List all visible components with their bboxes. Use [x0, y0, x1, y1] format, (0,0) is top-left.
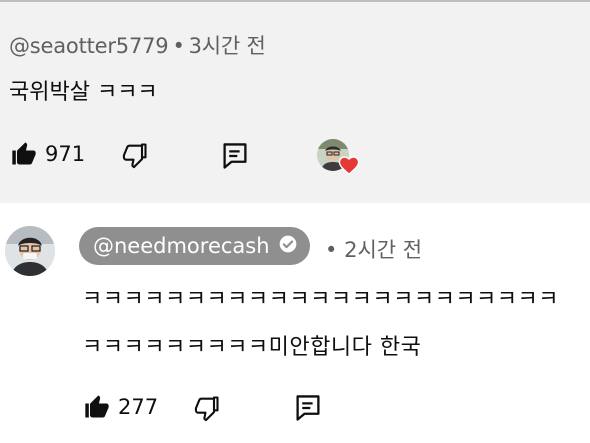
reply-reply-button[interactable] — [294, 393, 322, 423]
reply-author-handle: @needmorecash — [93, 234, 270, 258]
like-button[interactable]: 971 — [9, 140, 85, 168]
verified-check-icon — [278, 234, 298, 259]
reply-comment-icon — [294, 393, 322, 423]
reply-comment-icon — [221, 141, 249, 171]
reply-dislike-button[interactable] — [192, 394, 222, 422]
reply-author-handle-badge[interactable]: @needmorecash — [79, 227, 310, 265]
thumbs-down-icon — [120, 141, 150, 169]
thumbs-down-icon — [192, 394, 222, 422]
meta-separator: • — [172, 34, 185, 58]
comment-author-handle[interactable]: @seaotter5779 — [9, 34, 169, 58]
comment-text: 국위박살 ㅋㅋㅋ — [9, 80, 158, 105]
reply-like-count: 277 — [118, 395, 159, 419]
like-count: 971 — [45, 142, 86, 166]
thumbs-up-icon — [82, 393, 112, 421]
reply-like-button[interactable]: 277 — [82, 393, 158, 421]
heart-icon — [338, 155, 360, 179]
thumbs-up-icon — [9, 140, 39, 168]
meta-separator: • — [325, 238, 338, 262]
reply-button[interactable] — [221, 141, 249, 171]
comment-meta: @seaotter5779 • 3시간 전 — [9, 30, 266, 60]
dislike-button[interactable] — [120, 141, 150, 169]
reply-meta: • 2시간 전 — [325, 234, 422, 264]
reply-author-avatar[interactable] — [5, 226, 55, 276]
reply-timestamp[interactable]: 2시간 전 — [344, 238, 422, 262]
comment-timestamp[interactable]: 3시간 전 — [189, 34, 266, 58]
reply-text-line-1: ㅋㅋㅋㅋㅋㅋㅋㅋㅋㅋㅋㅋㅋㅋㅋㅋㅋㅋㅋㅋㅋㅋㅋ — [82, 287, 560, 312]
reply-text-line-2: ㅋㅋㅋㅋㅋㅋㅋㅋㅋ미안합니다 한국 — [82, 335, 422, 360]
